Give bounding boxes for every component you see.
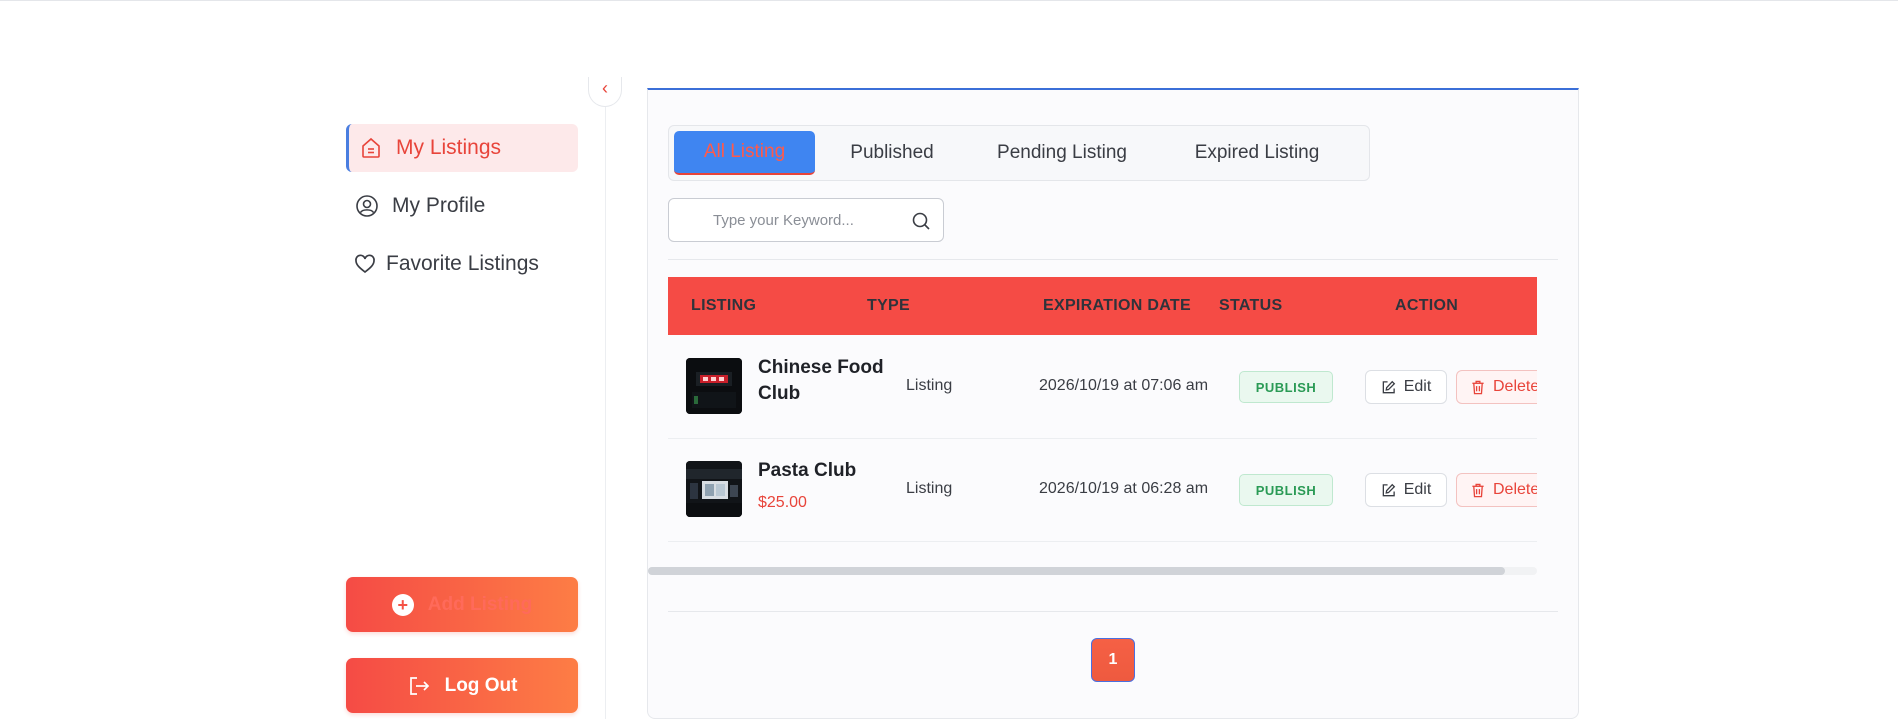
column-header-expiration-date: EXPIRATION DATE	[1043, 297, 1191, 314]
plus-icon: +	[391, 593, 414, 616]
edit-button[interactable]: Edit	[1365, 473, 1447, 507]
listing-type: Listing	[906, 480, 953, 497]
column-header-status: STATUS	[1219, 297, 1283, 314]
horizontal-scrollbar-thumb[interactable]	[648, 567, 1505, 575]
heart-icon	[352, 251, 378, 277]
delete-button[interactable]: Delete	[1456, 370, 1537, 404]
listing-type: Listing	[906, 377, 953, 394]
edit-icon	[1382, 483, 1395, 496]
sidebar-item-label: My Listings	[396, 136, 502, 159]
listing-title[interactable]: Pasta Club	[758, 458, 856, 484]
sidebar-item-my-profile[interactable]: My Profile	[354, 182, 485, 230]
sidebar: My Listings My Profile Favorite Listings…	[346, 88, 606, 719]
listing-price: $25.00	[758, 494, 807, 511]
add-listing-label: Add Listing	[427, 593, 533, 615]
expiration-date: 2026/10/19 at 07:06 am	[1039, 377, 1209, 394]
search-input[interactable]	[713, 209, 893, 231]
listing-thumbnail[interactable]	[686, 358, 742, 414]
listing-title[interactable]: Chinese Food Club	[758, 355, 908, 407]
trash-icon	[1472, 380, 1484, 394]
table-row: Pasta Club $25.00 Listing 2026/10/19 at …	[668, 439, 1537, 542]
column-header-action: ACTION	[1395, 297, 1459, 314]
listing-icon	[358, 135, 384, 161]
search-box	[668, 198, 944, 242]
divider	[668, 259, 1558, 260]
column-header-listing: LISTING	[691, 297, 757, 314]
expiration-date: 2026/10/19 at 06:28 am	[1039, 480, 1209, 497]
user-circle-icon	[354, 193, 380, 219]
collapse-sidebar-button[interactable]: ‹	[588, 77, 622, 107]
trash-icon	[1472, 483, 1484, 497]
tab-pending-listing[interactable]: Pending Listing	[979, 131, 1145, 175]
sidebar-item-favorite-listings[interactable]: Favorite Listings	[352, 240, 539, 288]
divider	[668, 611, 1558, 612]
logout-label: Log Out	[444, 674, 518, 696]
search-icon[interactable]	[911, 211, 931, 231]
column-header-type: TYPE	[867, 297, 910, 314]
table-header: LISTING TYPE EXPIRATION DATE STATUS ACTI…	[668, 277, 1537, 335]
logout-button[interactable]: Log Out	[346, 658, 578, 713]
sidebar-item-my-listings[interactable]: My Listings	[346, 124, 578, 172]
logout-icon	[409, 676, 429, 695]
top-divider	[0, 0, 1898, 1]
status-badge: PUBLISH	[1239, 371, 1333, 403]
sidebar-divider	[605, 88, 606, 719]
add-listing-button[interactable]: + Add Listing	[346, 577, 578, 632]
sidebar-item-label: Favorite Listings	[386, 252, 539, 275]
tab-all-listing[interactable]: All Listing	[674, 131, 815, 175]
tab-expired-listing[interactable]: Expired Listing	[1163, 131, 1351, 175]
table-row: Chinese Food Club Listing 2026/10/19 at …	[668, 335, 1537, 439]
pagination-page-1[interactable]: 1	[1091, 638, 1135, 682]
sidebar-item-label: My Profile	[392, 194, 486, 217]
tab-published[interactable]: Published	[827, 131, 957, 175]
listing-tabs: All Listing Published Pending Listing Ex…	[668, 125, 1370, 181]
edit-button[interactable]: Edit	[1365, 370, 1447, 404]
listing-thumbnail[interactable]	[686, 461, 742, 517]
edit-icon	[1382, 380, 1395, 393]
status-badge: PUBLISH	[1239, 474, 1333, 506]
table-body: Chinese Food Club Listing 2026/10/19 at …	[668, 335, 1537, 545]
delete-button[interactable]: Delete	[1456, 473, 1537, 507]
chevron-left-icon: ‹	[602, 78, 608, 98]
